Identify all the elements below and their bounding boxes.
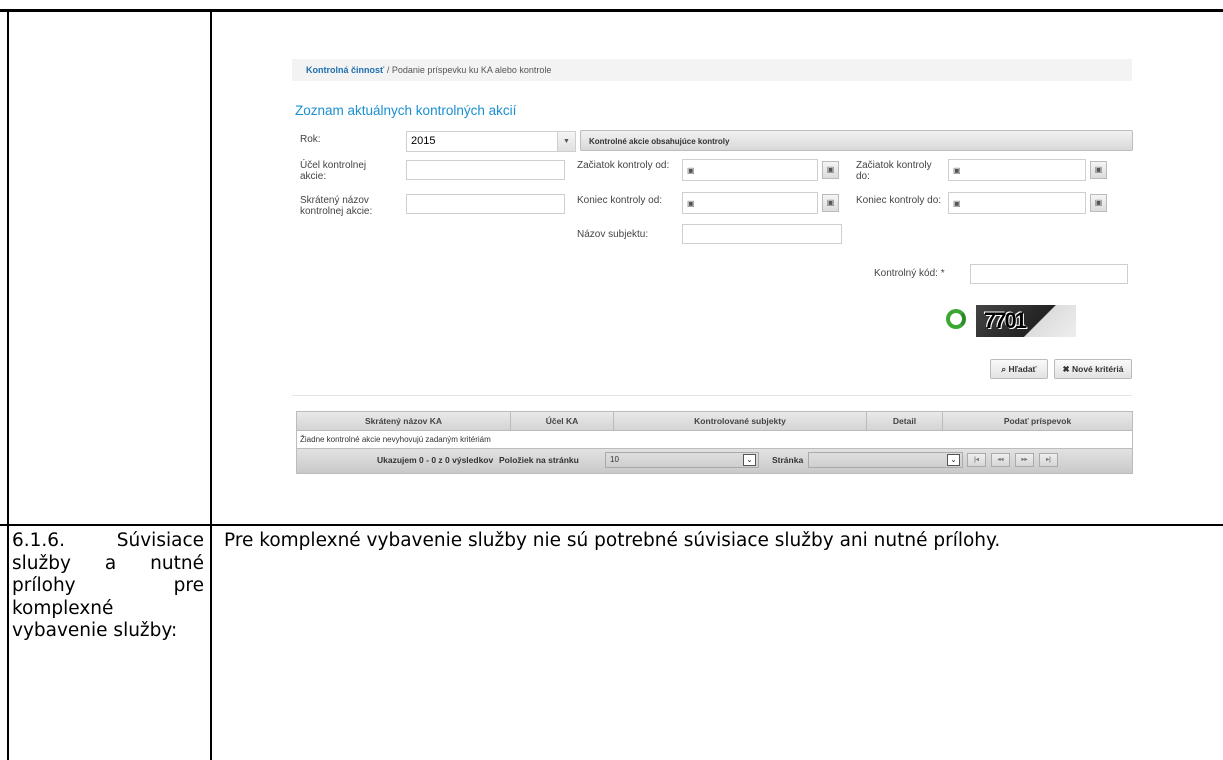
calendar-small-icon: ▣ [953, 199, 961, 208]
column-header[interactable]: Podať príspevok [943, 412, 1132, 430]
rok-value: 2015 [411, 135, 436, 147]
next-page-icon[interactable]: ▸▸ [1015, 453, 1034, 467]
per-page-select[interactable]: 10 ⌄ [605, 452, 759, 468]
chevron-down-icon[interactable]: ▼ [557, 132, 575, 151]
kontrolny-kod-label: Kontrolný kód: * [874, 268, 945, 279]
calendar-icon[interactable]: ▣ [1090, 194, 1107, 212]
per-page-label: Položiek na stránku [499, 455, 579, 465]
row-text: Pre komplexné vybavenie služby nie sú po… [224, 530, 1001, 551]
zaciatok-od-input[interactable]: ▣ [682, 159, 818, 181]
grid-header: Skrátený názov KA Účel KA Kontrolované s… [296, 411, 1133, 431]
calendar-small-icon: ▣ [687, 166, 695, 175]
rok-select[interactable]: 2015 ▼ [406, 131, 576, 152]
kontrolny-kod-input[interactable] [970, 264, 1128, 284]
search-button-label: Hľadať [1008, 364, 1037, 374]
nazov-subjektu-input[interactable] [682, 224, 842, 244]
calendar-icon[interactable]: ▣ [822, 194, 839, 212]
nazov-subjektu-label: Názov subjektu: [577, 229, 649, 240]
zaciatok-od-label: Začiatok kontroly od: [577, 160, 670, 171]
results-grid: Skrátený názov KA Účel KA Kontrolované s… [296, 411, 1133, 474]
breadcrumb-link[interactable]: Kontrolná činnosť [306, 65, 384, 75]
filter-tab[interactable]: Kontrolné akcie obsahujúce kontroly [580, 130, 1133, 151]
row-label: 6.1.6. Súvisiace služby a nutné prílohy … [12, 530, 204, 641]
search-icon: ⌕ [1001, 364, 1007, 374]
koniec-do-input[interactable]: ▣ [948, 192, 1086, 214]
captcha-image: 7701 [976, 305, 1076, 337]
calendar-small-icon: ▣ [687, 199, 695, 208]
page-title: Zoznam aktuálnych kontrolných akcií [295, 103, 517, 118]
calendar-icon[interactable]: ▣ [1090, 161, 1107, 179]
page-select[interactable]: ⌄ [808, 452, 963, 468]
koniec-od-label: Koniec kontroly od: [577, 195, 663, 206]
skrateny-nazov-input[interactable] [406, 194, 565, 214]
new-criteria-label: Nové kritériá [1072, 364, 1124, 374]
breadcrumb-current: Podanie príspevku ku KA alebo kontrole [391, 65, 552, 75]
refresh-icon[interactable] [946, 309, 966, 329]
column-header[interactable]: Účel KA [511, 412, 614, 430]
grid-footer: Ukazujem 0 - 0 z 0 výsledkov Položiek na… [296, 449, 1133, 474]
results-summary: Ukazujem 0 - 0 z 0 výsledkov [377, 455, 494, 465]
rok-label: Rok: [300, 134, 321, 145]
chevron-down-icon[interactable]: ⌄ [743, 454, 756, 466]
column-header[interactable]: Detail [867, 412, 943, 430]
breadcrumb: Kontrolná činnosť / Podanie príspevku ku… [292, 59, 1132, 81]
table-column-divider [210, 9, 212, 760]
column-header[interactable]: Skrátený názov KA [297, 412, 511, 430]
skrateny-nazov-label: Skrátený názov kontrolnej akcie: [300, 195, 373, 217]
table-border-left [7, 9, 9, 760]
close-icon: ✖ [1062, 364, 1070, 374]
chevron-down-icon[interactable]: ⌄ [947, 454, 960, 466]
document-table: Kontrolná činnosť / Podanie príspevku ku… [0, 0, 1223, 760]
section-separator [292, 395, 1132, 396]
table-row-divider [0, 524, 1223, 526]
embedded-screenshot: Kontrolná činnosť / Podanie príspevku ku… [280, 48, 1140, 498]
ucel-input[interactable] [406, 160, 565, 180]
captcha-text: 7701 [984, 308, 1027, 333]
search-button[interactable]: ⌕ Hľadať [990, 359, 1048, 379]
prev-page-icon[interactable]: ◂◂ [991, 453, 1010, 467]
calendar-small-icon: ▣ [953, 166, 961, 175]
ucel-label: Účel kontrolnej akcie: [300, 160, 367, 182]
column-header[interactable]: Kontrolované subjekty [614, 412, 867, 430]
table-border-top [0, 9, 1223, 12]
new-criteria-button[interactable]: ✖ Nové kritériá [1054, 359, 1132, 379]
first-page-icon[interactable]: |◂ [967, 453, 986, 467]
last-page-icon[interactable]: ▸| [1039, 453, 1058, 467]
koniec-do-label: Koniec kontroly do: [856, 195, 942, 206]
per-page-value: 10 [610, 455, 619, 464]
zaciatok-do-input[interactable]: ▣ [948, 159, 1086, 181]
calendar-icon[interactable]: ▣ [822, 161, 839, 179]
page-label: Stránka [772, 455, 804, 465]
koniec-od-input[interactable]: ▣ [682, 192, 818, 214]
zaciatok-do-label: Začiatok kontroly do: [856, 160, 932, 182]
breadcrumb-separator: / [384, 65, 392, 75]
grid-empty-message: Žiadne kontrolné akcie nevyhovujú zadaný… [296, 431, 1133, 449]
